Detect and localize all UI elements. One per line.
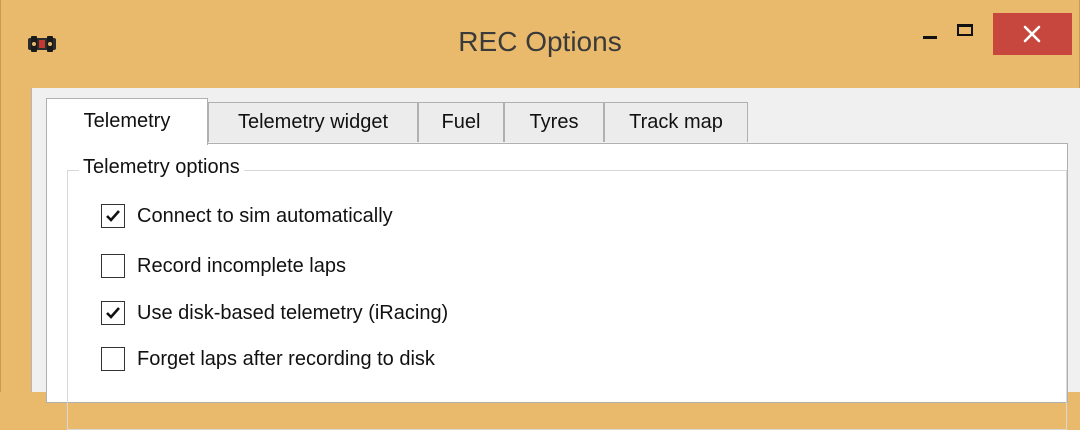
minimize-icon bbox=[923, 36, 937, 39]
tab-track-map[interactable]: Track map bbox=[604, 102, 748, 142]
option-label: Connect to sim automatically bbox=[137, 205, 393, 227]
maximize-icon bbox=[957, 24, 973, 36]
record-incomplete-laps-checkbox[interactable] bbox=[101, 254, 125, 278]
title-bar[interactable]: REC Options bbox=[1, 0, 1079, 88]
tab-telemetry[interactable]: Telemetry bbox=[46, 98, 208, 145]
dialog-client-area: Telemetry Telemetry widget Fuel Tyres Tr… bbox=[31, 88, 1080, 430]
option-label: Forget laps after recording to disk bbox=[137, 348, 435, 370]
option-label: Record incomplete laps bbox=[137, 255, 346, 277]
rec-options-window: REC Options Telemetry Telemetry widget F… bbox=[0, 0, 1080, 430]
maximize-button[interactable] bbox=[943, 13, 987, 55]
disk-based-telemetry-checkbox[interactable] bbox=[101, 301, 125, 325]
group-title: Telemetry options bbox=[79, 156, 244, 179]
tab-label: Tyres bbox=[529, 111, 579, 133]
tab-tyres[interactable]: Tyres bbox=[504, 102, 604, 142]
tab-telemetry-widget[interactable]: Telemetry widget bbox=[208, 102, 418, 142]
option-label: Use disk-based telemetry (iRacing) bbox=[137, 302, 449, 324]
check-icon bbox=[106, 307, 120, 319]
tab-label: Telemetry bbox=[83, 110, 171, 132]
tab-fuel[interactable]: Fuel bbox=[418, 102, 504, 142]
tab-label: Fuel bbox=[441, 111, 481, 133]
close-button[interactable] bbox=[993, 13, 1072, 55]
forget-laps-checkbox[interactable] bbox=[101, 347, 125, 371]
close-icon bbox=[1023, 25, 1041, 43]
tab-label: Telemetry widget bbox=[237, 111, 389, 133]
check-icon bbox=[106, 210, 120, 222]
connect-to-sim-checkbox[interactable] bbox=[101, 204, 125, 228]
tab-panel-telemetry: Telemetry options Connect to sim automat… bbox=[46, 143, 1068, 430]
tab-label: Track map bbox=[629, 111, 723, 133]
